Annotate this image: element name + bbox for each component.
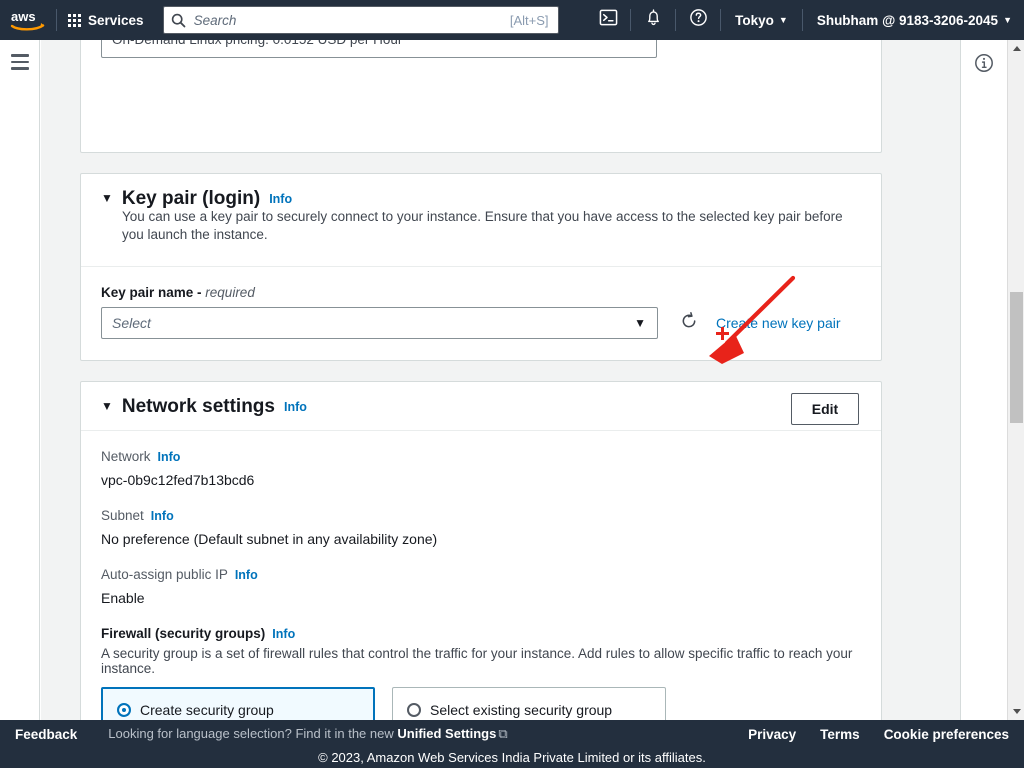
footer-links-group: Privacy Terms Cookie preferences [748,720,1009,748]
page-content-area: t2.micro Free tier eligible Family: t2 1… [41,40,977,720]
region-selector[interactable]: Tokyo ▼ [723,0,800,40]
network-settings-card: ▼ Network settings Info Edit Network Inf… [80,381,882,720]
network-field-label: Network Info [101,449,861,464]
privacy-link[interactable]: Privacy [748,727,796,742]
cloudshell-button[interactable] [588,0,628,40]
instance-type-card: t2.micro Free tier eligible Family: t2 1… [80,40,882,153]
firewall-option-label: Select existing security group [430,702,613,718]
auto-assign-ip-field-label: Auto-assign public IP Info [101,567,861,582]
auto-assign-ip-info-link[interactable]: Info [235,568,258,582]
chevron-down-icon: ▼ [634,316,646,330]
services-menu-button[interactable]: Services [57,0,155,40]
cookie-preferences-link[interactable]: Cookie preferences [884,727,1009,742]
radio-unselected-icon [407,703,421,717]
key-pair-info-link[interactable]: Info [269,192,292,206]
nav-divider [675,9,677,31]
edit-network-settings-button[interactable]: Edit [791,393,859,425]
feedback-link[interactable]: Feedback [15,727,77,742]
key-pair-name-select[interactable]: Select ▼ [101,307,658,339]
auto-assign-ip-label-text: Auto-assign public IP [101,567,228,582]
aws-logo[interactable]: aws [0,0,56,40]
scroll-down-arrow-icon[interactable] [1008,703,1024,720]
firewall-option-label: Create security group [140,702,274,718]
network-settings-title: Network settings [121,396,275,417]
vertical-scrollbar[interactable] [1007,40,1024,720]
hamburger-menu-icon[interactable] [11,54,29,70]
search-input[interactable] [193,12,510,28]
question-circle-icon [689,8,708,32]
nav-divider [720,9,722,31]
services-label: Services [88,12,144,28]
page-footer: Feedback Looking for language selection?… [0,720,1024,768]
terms-link[interactable]: Terms [820,727,860,742]
account-menu[interactable]: Shubham @ 9183-3206-2045 ▼ [805,0,1024,40]
firewall-option-select-existing-security-group[interactable]: Select existing security group [392,687,666,720]
nav-divider [630,9,632,31]
notifications-button[interactable] [633,0,673,40]
language-settings-notice: Looking for language selection? Find it … [108,726,507,742]
refresh-icon [680,311,698,335]
twisty-expanded-icon[interactable]: ▼ [101,400,113,412]
key-pair-name-label-text: Key pair name - [101,285,206,300]
network-settings-header: ▼ Network settings Info Edit [81,382,881,431]
search-icon [164,13,194,28]
scrollbar-thumb[interactable] [1010,292,1023,423]
subnet-field-label: Subnet Info [101,508,861,523]
grid-menu-icon [68,13,81,27]
top-navigation-bar: aws Services [Alt+S] [0,0,1024,40]
required-marker: required [205,285,255,300]
firewall-options-row: Create security group Select existing se… [101,687,861,720]
network-info-link[interactable]: Info [158,450,181,464]
global-search-box[interactable]: [Alt+S] [162,6,559,34]
firewall-info-link[interactable]: Info [272,627,295,641]
account-label: Shubham @ 9183-3206-2045 [816,12,999,28]
region-label: Tokyo [735,12,774,28]
language-notice-text: Looking for language selection? Find it … [108,726,398,741]
key-pair-name-label: Key pair name - required [101,285,861,300]
copyright-text: © 2023, Amazon Web Services India Privat… [318,750,706,765]
right-info-rail [960,40,1007,720]
firewall-field-label: Firewall (security groups) Info [101,626,861,641]
unified-settings-link[interactable]: Unified Settings [397,726,496,741]
key-pair-header: ▼ Key pair (login) Info [81,174,881,214]
nav-divider [801,9,803,31]
firewall-label-text: Firewall (security groups) [101,626,266,641]
external-link-icon: ⧉ [498,726,508,741]
firewall-description: A security group is a set of firewall ru… [101,646,853,676]
twisty-expanded-icon[interactable]: ▼ [101,192,113,204]
key-pair-controls-row: Select ▼ Create new key pair [101,307,861,339]
auto-assign-ip-field-value: Enable [101,590,145,606]
refresh-key-pairs-button[interactable] [680,311,698,335]
pricing-linux: On-Demand Linux pricing: 0.0152 USD per … [112,40,646,48]
network-settings-body: Network Info vpc-0b9c12fed7b13bcd6 Subne… [81,431,881,720]
subnet-field-value: No preference (Default subnet in any ava… [101,531,438,547]
footer-top-row: Feedback Looking for language selection?… [0,720,1024,748]
help-button[interactable] [678,0,718,40]
instance-type-select[interactable]: t2.micro Free tier eligible Family: t2 1… [101,40,657,58]
network-settings-info-link[interactable]: Info [284,400,307,414]
key-pair-title: Key pair (login) [121,188,261,209]
scroll-up-arrow-icon[interactable] [1008,40,1024,57]
chevron-down-icon: ▼ [1003,14,1012,25]
subnet-info-link[interactable]: Info [151,509,174,523]
firewall-option-create-security-group[interactable]: Create security group [101,687,375,720]
key-pair-select-value: Select [112,315,151,331]
top-nav-right-group: Tokyo ▼ Shubham @ 9183-3206-2045 ▼ [588,0,1024,40]
cloudshell-terminal-icon [599,8,618,32]
radio-selected-icon [117,703,131,717]
svg-text:aws: aws [11,9,36,24]
chevron-down-icon: ▼ [778,14,788,25]
left-navigation-rail [0,40,40,720]
network-label-text: Network [101,449,151,464]
network-field-value: vpc-0b9c12fed7b13bcd6 [101,472,255,488]
search-shortcut-hint: [Alt+S] [509,12,549,28]
info-circle-icon[interactable] [974,53,994,78]
subnet-label-text: Subnet [101,508,144,523]
key-pair-card: ▼ Key pair (login) Info You can use a ke… [80,173,882,361]
key-pair-body: Key pair name - required Select ▼ Create… [81,267,881,339]
bell-icon [644,8,663,32]
create-new-key-pair-link[interactable]: Create new key pair [716,315,841,331]
